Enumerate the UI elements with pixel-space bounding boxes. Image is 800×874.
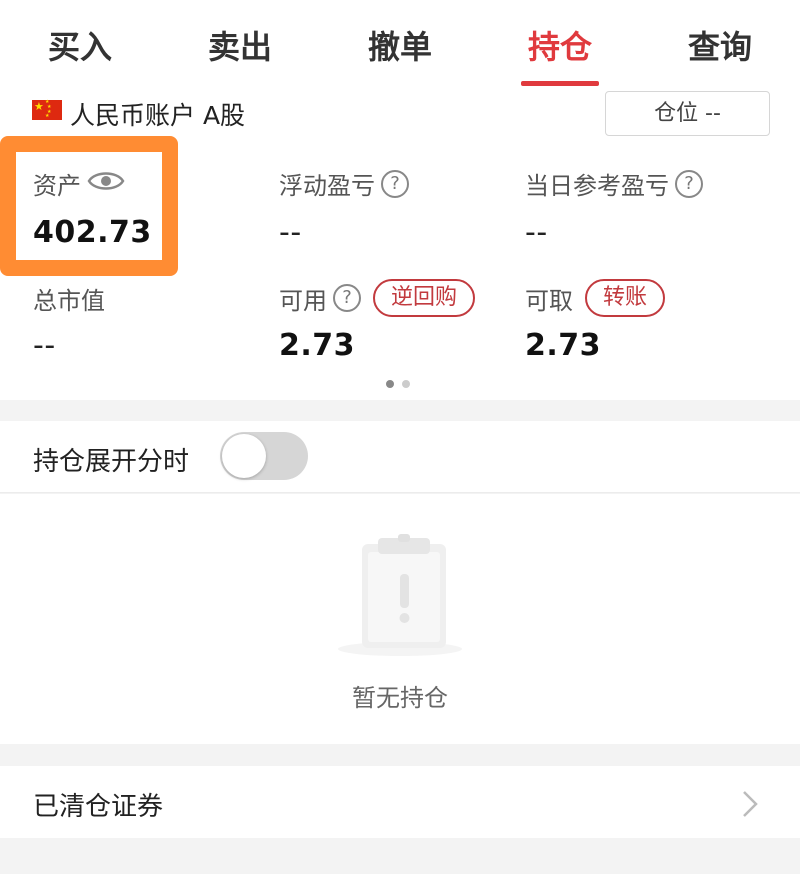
holdings-intraday-row: 持仓展开分时 (0, 421, 800, 493)
floating-pl-label: 浮动盈亏 (279, 172, 375, 200)
tab-holdings[interactable]: 持仓 (480, 0, 640, 88)
help-icon[interactable]: ? (675, 169, 703, 198)
trade-tabs: 买入 卖出 撤单 持仓 查询 (0, 0, 800, 88)
position-button[interactable]: 仓位 -- (605, 91, 770, 136)
reverse-repo-button[interactable]: 逆回购 (373, 279, 476, 317)
available-value: 2.73 (279, 328, 356, 363)
market-value-cell: 总市值 -- (33, 278, 105, 364)
empty-holdings: 暂无持仓 (0, 494, 800, 744)
assets-value: 402.73 (33, 215, 152, 250)
page-indicator (386, 380, 410, 388)
assets-label: 资产 (33, 172, 81, 200)
daily-pl-cell: 当日参考盈亏 ? -- (525, 166, 703, 250)
eye-icon[interactable] (87, 168, 125, 200)
floating-pl-cell: 浮动盈亏 ? -- (279, 166, 409, 250)
tab-cancel-order[interactable]: 撤单 (320, 0, 480, 88)
asset-summary: 资产 402.73 浮动盈亏 ? -- 当日参考盈亏 ? -- 总市值 -- 可… (0, 138, 800, 400)
withdrawable-value: 2.73 (525, 328, 602, 363)
holdings-intraday-toggle[interactable] (220, 432, 308, 480)
assets-cell: 资产 402.73 (33, 166, 152, 250)
tab-query[interactable]: 查询 (640, 0, 800, 88)
cleared-securities-label: 已清仓证券 (33, 792, 164, 822)
holdings-intraday-label: 持仓展开分时 (33, 447, 190, 477)
daily-pl-label: 当日参考盈亏 (525, 172, 669, 200)
tab-sell[interactable]: 卖出 (160, 0, 320, 88)
account-bar: ★ ★ ★ ★ ★ 人民币账户 A股 仓位 -- (0, 88, 800, 138)
available-label: 可用 (279, 286, 327, 315)
empty-holdings-text: 暂无持仓 (352, 684, 448, 712)
help-icon[interactable]: ? (333, 284, 361, 312)
page-dot-active (386, 380, 394, 388)
toggle-knob (222, 434, 266, 478)
available-cell: 可用 ? 逆回购 2.73 (279, 278, 476, 363)
market-value-label: 总市值 (33, 286, 105, 315)
cleared-securities-row[interactable]: 已清仓证券 (0, 766, 800, 838)
empty-clipboard-icon (330, 534, 470, 668)
market-value-value: -- (33, 328, 56, 363)
chevron-right-icon (742, 790, 758, 822)
page-dot (402, 380, 410, 388)
floating-pl-value: -- (279, 215, 302, 250)
account-name: 人民币账户 A股 (70, 101, 246, 130)
daily-pl-value: -- (525, 215, 548, 250)
china-flag-icon: ★ ★ ★ ★ ★ (32, 100, 62, 120)
withdrawable-label: 可取 (525, 286, 573, 315)
tab-buy[interactable]: 买入 (0, 0, 160, 88)
transfer-button[interactable]: 转账 (585, 279, 666, 317)
withdrawable-cell: 可取 转账 2.73 (525, 278, 666, 363)
help-icon[interactable]: ? (381, 169, 409, 198)
